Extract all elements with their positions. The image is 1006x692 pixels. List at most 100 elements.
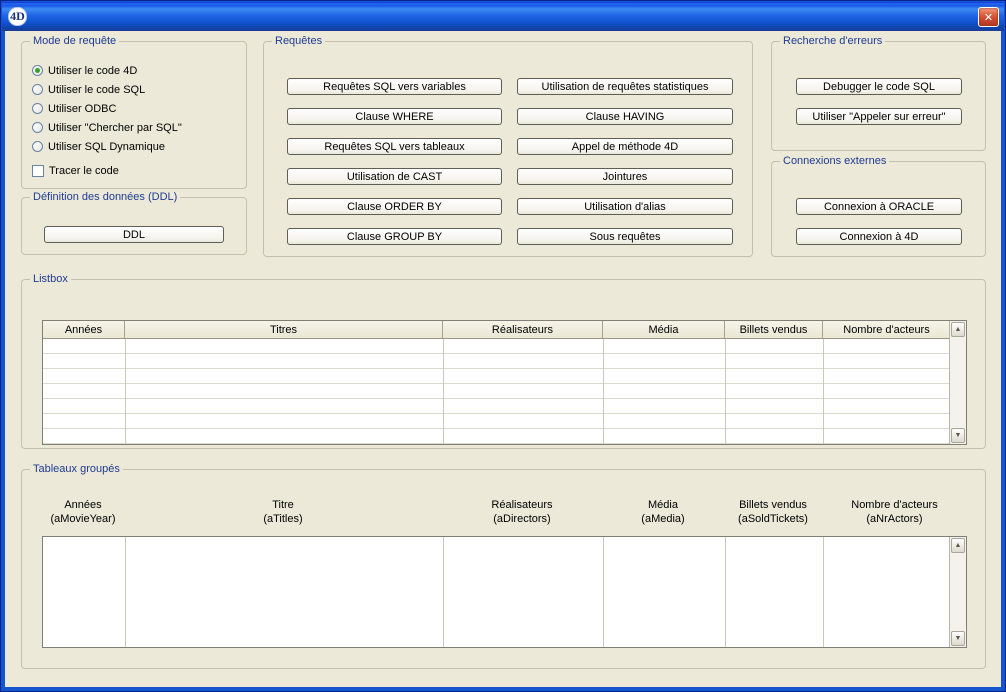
array-header-label: Années xyxy=(42,498,124,512)
array-header-annees: Années (aMovieYear) xyxy=(42,498,124,526)
column-header-annees[interactable]: Années xyxy=(43,321,125,338)
column-divider xyxy=(443,339,444,444)
scroll-down-button[interactable]: ▼ xyxy=(951,428,965,443)
radio-utiliser-odbc[interactable]: Utiliser ODBC xyxy=(32,102,182,115)
radio-icon xyxy=(32,103,43,114)
radio-utiliser-code-sql[interactable]: Utiliser le code SQL xyxy=(32,83,182,96)
close-button[interactable]: ✕ xyxy=(978,7,999,27)
array-header-label: Nombre d'acteurs xyxy=(822,498,967,512)
column-divider xyxy=(125,339,126,444)
clause-order-by-button[interactable]: Clause ORDER BY xyxy=(287,198,502,215)
group-title-requetes: Requêtes xyxy=(272,35,325,48)
array-header-label: Réalisateurs xyxy=(442,498,602,512)
arrays-vertical-scrollbar[interactable]: ▲ ▼ xyxy=(949,537,966,647)
array-header-nombre-acteurs: Nombre d'acteurs (aNrActors) xyxy=(822,498,967,526)
radio-label: Utiliser SQL Dynamique xyxy=(48,141,165,153)
listbox-body xyxy=(43,339,966,444)
group-title-connexions: Connexions externes xyxy=(780,155,889,168)
array-header-label: Billets vendus xyxy=(724,498,822,512)
scroll-down-icon: ▼ xyxy=(955,635,962,642)
clause-having-button[interactable]: Clause HAVING xyxy=(517,108,733,125)
listbox-row[interactable] xyxy=(43,399,966,414)
listbox-row[interactable] xyxy=(43,414,966,429)
array-header-var: (aNrActors) xyxy=(822,512,967,526)
radio-utiliser-code-4d[interactable]: Utiliser le code 4D xyxy=(32,64,182,77)
group-title-listbox: Listbox xyxy=(30,273,71,286)
close-icon: ✕ xyxy=(984,11,993,24)
requetes-sql-vers-variables-button[interactable]: Requêtes SQL vers variables xyxy=(287,78,502,95)
radio-icon xyxy=(32,84,43,95)
checkbox-label: Tracer le code xyxy=(49,165,119,177)
listbox-row[interactable] xyxy=(43,369,966,384)
clause-group-by-button[interactable]: Clause GROUP BY xyxy=(287,228,502,245)
listbox-table[interactable]: Années Titres Réalisateurs Média Billets… xyxy=(42,320,967,445)
array-header-var: (aDirectors) xyxy=(442,512,602,526)
query-mode-options: Utiliser le code 4D Utiliser le code SQL… xyxy=(32,64,182,177)
sous-requetes-button[interactable]: Sous requêtes xyxy=(517,228,733,245)
ddl-button[interactable]: DDL xyxy=(44,226,224,243)
column-header-billets-vendus[interactable]: Billets vendus xyxy=(725,321,823,338)
title-bar[interactable]: 4D ✕ xyxy=(2,2,1004,31)
column-header-nombre-acteurs[interactable]: Nombre d'acteurs xyxy=(823,321,951,338)
group-listbox: Listbox Années Titres Réalisateurs Média… xyxy=(21,279,986,449)
radio-chercher-par-sql[interactable]: Utiliser "Chercher par SQL" xyxy=(32,121,182,134)
checkbox-tracer-le-code[interactable]: Tracer le code xyxy=(32,164,182,177)
group-definition-donnees-ddl: Définition des données (DDL) DDL xyxy=(21,197,247,255)
group-title-mode: Mode de requête xyxy=(30,35,119,48)
column-divider xyxy=(823,537,824,647)
column-divider xyxy=(725,537,726,647)
column-header-media[interactable]: Média xyxy=(603,321,725,338)
listbox-row[interactable] xyxy=(43,429,966,444)
column-header-realisateurs[interactable]: Réalisateurs xyxy=(443,321,603,338)
group-connexions-externes: Connexions externes Connexion à ORACLE C… xyxy=(771,161,986,257)
group-tableaux-groupes: Tableaux groupés Années (aMovieYear) Tit… xyxy=(21,469,986,669)
column-divider xyxy=(725,339,726,444)
checkbox-icon xyxy=(32,165,44,177)
array-header-titre: Titre (aTitles) xyxy=(124,498,442,526)
appeler-sur-erreur-button[interactable]: Utiliser "Appeler sur erreur" xyxy=(796,108,962,125)
jointures-button[interactable]: Jointures xyxy=(517,168,733,185)
group-title-erreurs: Recherche d'erreurs xyxy=(780,35,885,48)
scroll-up-button[interactable]: ▲ xyxy=(951,322,965,337)
radio-label: Utiliser "Chercher par SQL" xyxy=(48,122,182,134)
listbox-row[interactable] xyxy=(43,354,966,369)
array-header-billets-vendus: Billets vendus (aSoldTickets) xyxy=(724,498,822,526)
clause-where-button[interactable]: Clause WHERE xyxy=(287,108,502,125)
scroll-up-icon: ▲ xyxy=(955,542,962,549)
listbox-row[interactable] xyxy=(43,384,966,399)
column-divider xyxy=(603,339,604,444)
grouped-arrays-area[interactable]: ▲ ▼ xyxy=(42,536,967,648)
requetes-sql-vers-tableaux-button[interactable]: Requêtes SQL vers tableaux xyxy=(287,138,502,155)
array-header-var: (aTitles) xyxy=(124,512,442,526)
group-recherche-erreurs: Recherche d'erreurs Debugger le code SQL… xyxy=(771,41,986,151)
listbox-row[interactable] xyxy=(43,339,966,354)
radio-sql-dynamique[interactable]: Utiliser SQL Dynamique xyxy=(32,140,182,153)
utilisation-cast-button[interactable]: Utilisation de CAST xyxy=(287,168,502,185)
radio-label: Utiliser ODBC xyxy=(48,103,116,115)
listbox-vertical-scrollbar[interactable]: ▲ ▼ xyxy=(949,321,966,444)
scroll-up-button[interactable]: ▲ xyxy=(951,538,965,553)
array-header-var: (aMedia) xyxy=(602,512,724,526)
scrollbar-track[interactable] xyxy=(950,554,966,630)
radio-icon xyxy=(32,141,43,152)
scroll-down-icon: ▼ xyxy=(955,432,962,439)
group-mode-de-requete: Mode de requête Utiliser le code 4D Util… xyxy=(21,41,247,189)
array-header-realisateurs: Réalisateurs (aDirectors) xyxy=(442,498,602,526)
scrollbar-track[interactable] xyxy=(950,338,966,427)
utilisation-alias-button[interactable]: Utilisation d'alias xyxy=(517,198,733,215)
listbox-header-row: Années Titres Réalisateurs Média Billets… xyxy=(43,321,966,339)
client-area: Mode de requête Utiliser le code 4D Util… xyxy=(5,31,1001,687)
array-header-label: Titre xyxy=(124,498,442,512)
group-title-tableaux: Tableaux groupés xyxy=(30,463,123,476)
scroll-down-button[interactable]: ▼ xyxy=(951,631,965,646)
column-header-titres[interactable]: Titres xyxy=(125,321,443,338)
column-divider xyxy=(823,339,824,444)
appel-methode-4d-button[interactable]: Appel de méthode 4D xyxy=(517,138,733,155)
requetes-statistiques-button[interactable]: Utilisation de requêtes statistiques xyxy=(517,78,733,95)
radio-selected-icon xyxy=(32,65,43,76)
connexion-4d-button[interactable]: Connexion à 4D xyxy=(796,228,962,245)
group-requetes: Requêtes Requêtes SQL vers variables Cla… xyxy=(263,41,753,257)
debugger-code-sql-button[interactable]: Debugger le code SQL xyxy=(796,78,962,95)
app-logo-4d-icon: 4D xyxy=(8,7,27,26)
connexion-oracle-button[interactable]: Connexion à ORACLE xyxy=(796,198,962,215)
